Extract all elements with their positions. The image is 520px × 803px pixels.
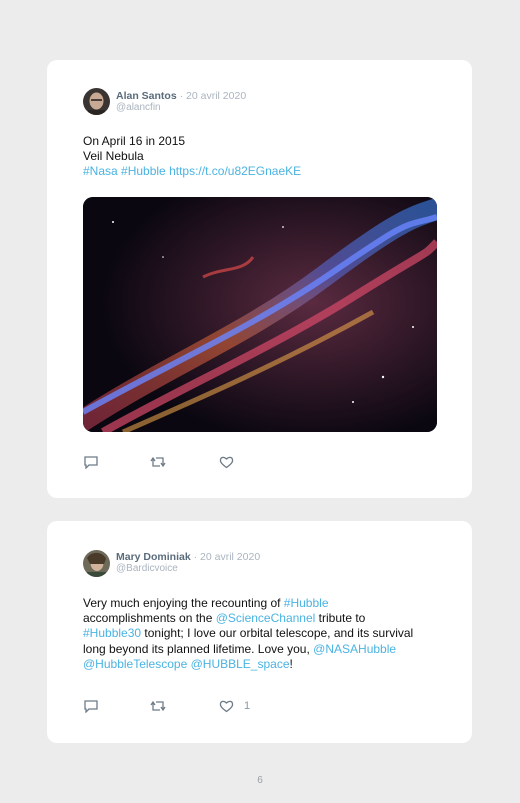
tweet-date[interactable]: 20 avril 2020: [186, 90, 246, 102]
separator: ·: [179, 90, 184, 102]
text-segment: tribute to: [315, 611, 366, 626]
tweet-header: Alan Santos · 20 avril 2020 @alancfin: [116, 90, 246, 114]
tweet-text: On April 16 in 2015 Veil Nebula #Nasa #H…: [83, 134, 423, 180]
text-segment: !: [289, 656, 293, 671]
retweet-icon: [150, 456, 166, 468]
url-link[interactable]: https://t.co/u82EGnaeKE: [169, 164, 301, 178]
page-number: 6: [257, 775, 263, 786]
like-icon: [219, 700, 234, 713]
retweet-icon: [150, 700, 166, 712]
reply-button[interactable]: [83, 454, 99, 470]
tweet-actions: 1: [83, 698, 283, 714]
author-handle[interactable]: @alancfin: [116, 102, 246, 114]
retweet-button[interactable]: [150, 454, 166, 470]
avatar[interactable]: [83, 550, 110, 577]
reply-button[interactable]: [83, 698, 99, 714]
like-button[interactable]: [219, 454, 234, 470]
hashtag-link[interactable]: #Nasa: [83, 164, 118, 178]
separator: ·: [193, 551, 198, 563]
text-line: Veil Nebula: [83, 149, 144, 164]
tweet-header: Mary Dominiak · 20 avril 2020 @Bardicvoi…: [116, 551, 260, 575]
author-handle[interactable]: @Bardicvoice: [116, 563, 260, 575]
text-line: On April 16 in 2015: [83, 134, 186, 148]
tweet-actions: [83, 454, 283, 470]
author-name[interactable]: Mary Dominiak: [116, 551, 191, 563]
like-icon: [219, 456, 234, 469]
tweet-text: Very much enjoying the recounting of #Hu…: [83, 596, 428, 672]
like-count: 1: [244, 700, 251, 712]
retweet-button[interactable]: [150, 698, 166, 714]
reply-icon: [84, 456, 98, 469]
tweet-card: Alan Santos · 20 avril 2020 @alancfin On…: [47, 60, 472, 498]
hashtag-link[interactable]: #Hubble30: [83, 626, 141, 640]
mention-link[interactable]: @HUBBLE_space: [191, 657, 290, 671]
tweet-date[interactable]: 20 avril 2020: [200, 551, 260, 563]
text-segment: accomplishments on the: [83, 611, 216, 626]
tweet-card: Mary Dominiak · 20 avril 2020 @Bardicvoi…: [47, 521, 472, 743]
mention-link[interactable]: @NASAHubble: [313, 642, 396, 656]
nebula-image: [83, 197, 437, 432]
tweet-image[interactable]: [83, 197, 437, 432]
reply-icon: [84, 700, 98, 713]
text-segment: Very much enjoying the recounting of: [83, 596, 284, 610]
hashtag-link[interactable]: #Hubble: [121, 164, 166, 178]
avatar[interactable]: [83, 88, 110, 115]
like-button[interactable]: 1: [219, 698, 250, 714]
hashtag-link[interactable]: #Hubble: [284, 596, 329, 610]
mention-link[interactable]: @HubbleTelescope: [83, 657, 187, 671]
mention-link[interactable]: @ScienceChannel: [216, 611, 316, 625]
author-name[interactable]: Alan Santos: [116, 90, 177, 102]
